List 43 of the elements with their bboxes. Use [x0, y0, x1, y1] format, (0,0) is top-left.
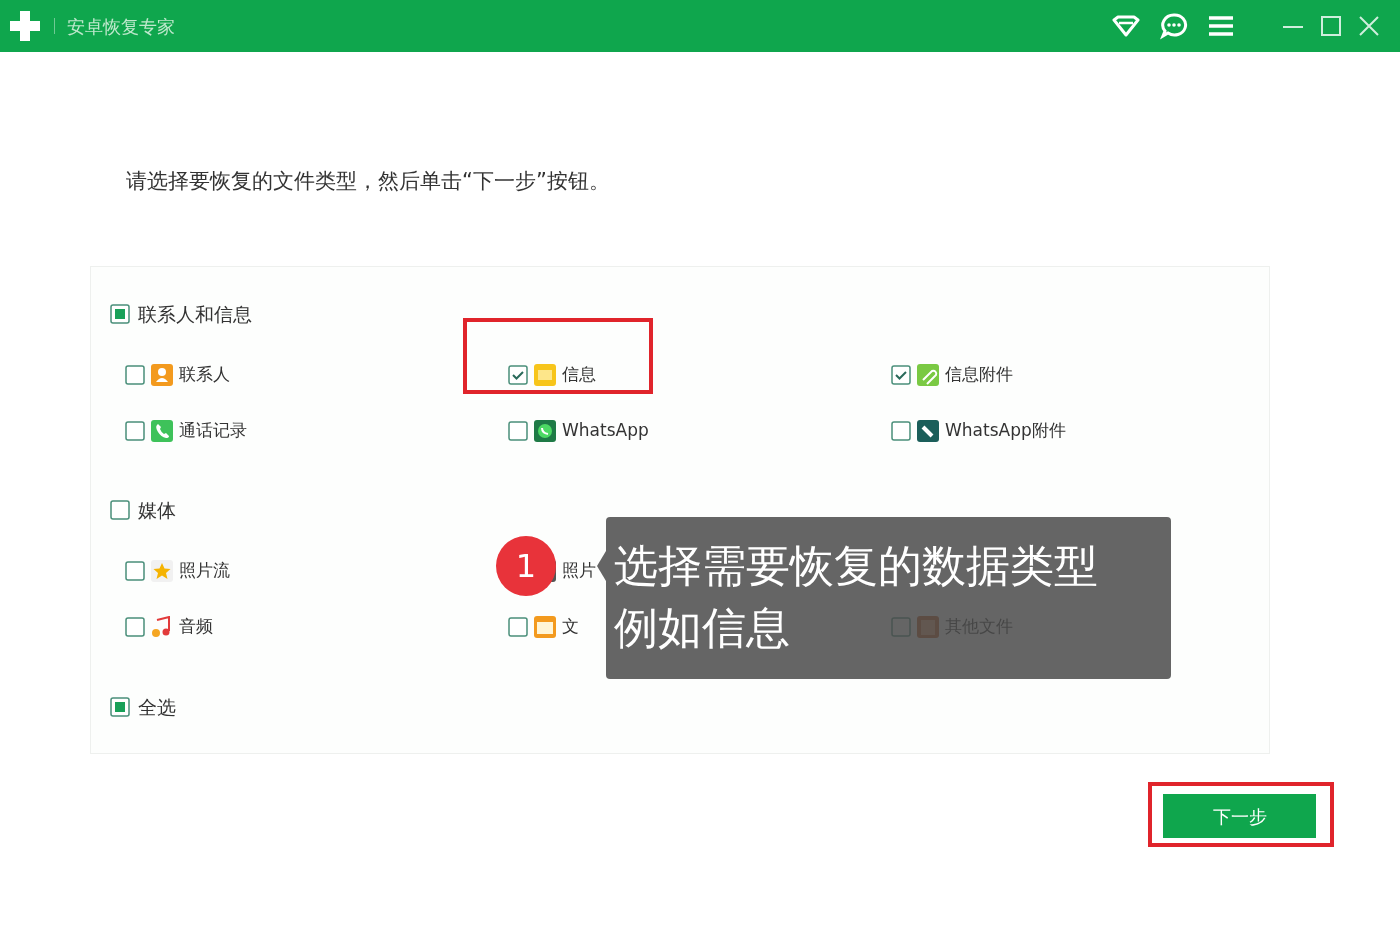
- group-label: 媒体: [138, 497, 176, 523]
- diamond-icon[interactable]: [1112, 15, 1140, 37]
- option-label: 通话记录: [179, 418, 247, 442]
- callout-text: 例如信息: [614, 601, 790, 655]
- checked-checkbox[interactable]: [508, 364, 528, 385]
- option-label: 信息: [562, 362, 596, 386]
- plus-logo-icon: [8, 9, 42, 43]
- checkbox[interactable]: [125, 560, 145, 581]
- group-label: 全选: [138, 694, 176, 720]
- close-icon[interactable]: [1358, 15, 1380, 37]
- chat-icon: [534, 419, 556, 442]
- contact-icon: [151, 363, 173, 386]
- option-label: 文: [562, 614, 579, 638]
- option-label: 照片: [562, 558, 596, 582]
- checkbox[interactable]: [891, 420, 911, 441]
- option-label: 照片流: [179, 558, 230, 582]
- phone-icon: [151, 419, 173, 442]
- option-label: 音频: [179, 614, 213, 638]
- callout-text: 选择需要恢复的数据类型: [614, 539, 1098, 593]
- checkbox[interactable]: [508, 616, 528, 637]
- checkbox[interactable]: [125, 616, 145, 637]
- option-label: 信息附件: [945, 362, 1013, 386]
- checkbox[interactable]: [125, 420, 145, 441]
- checkbox[interactable]: [125, 364, 145, 385]
- next-button[interactable]: 下一步: [1163, 794, 1316, 838]
- instruction-text: 请选择要恢复的文件类型，然后单击“下一步”按钮。: [126, 168, 610, 195]
- checkbox[interactable]: [508, 420, 528, 441]
- window-title: 安卓恢复专家: [67, 14, 175, 39]
- checked-checkbox[interactable]: [891, 364, 911, 385]
- music-note-icon: [151, 615, 173, 638]
- checkbox[interactable]: [110, 500, 130, 520]
- option-label: WhatsApp附件: [945, 418, 1066, 442]
- folder-icon: [534, 363, 556, 386]
- option-label: WhatsApp: [562, 418, 649, 442]
- menu-icon[interactable]: [1208, 16, 1234, 36]
- mixed-checkbox[interactable]: [110, 697, 130, 717]
- chat-bubble-icon[interactable]: [1160, 12, 1188, 40]
- mixed-checkbox[interactable]: [110, 304, 130, 324]
- folder-icon: [534, 615, 556, 638]
- group-label: 联系人和信息: [138, 301, 252, 327]
- maximize-icon[interactable]: [1320, 15, 1342, 37]
- option-label: 联系人: [179, 362, 230, 386]
- star-icon: [151, 559, 173, 582]
